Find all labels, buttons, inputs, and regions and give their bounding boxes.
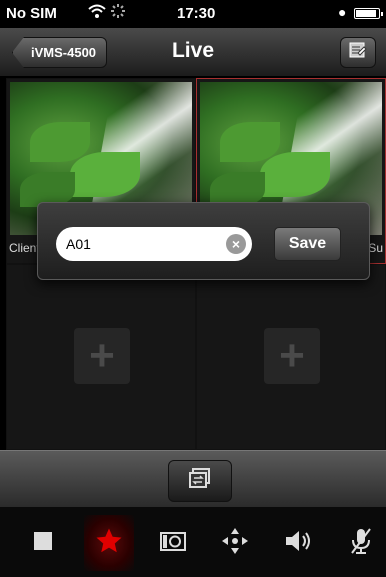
status-bar: No SIM 17:30 ●	[0, 0, 386, 28]
clock-time: 17:30	[177, 5, 216, 22]
add-camera-button[interactable]: +	[264, 328, 320, 384]
video-cell-3[interactable]: +	[6, 264, 196, 450]
bottom-toolbar	[0, 507, 386, 577]
audio-icon	[284, 529, 314, 558]
carrier-label: No SIM	[6, 5, 57, 22]
capture-icon	[160, 530, 186, 557]
talk-button[interactable]	[336, 515, 386, 571]
plus-icon: +	[89, 331, 115, 380]
talk-mic-icon	[350, 527, 372, 560]
ptz-icon	[221, 527, 249, 560]
plus-icon: +	[279, 331, 305, 380]
audio-button[interactable]	[274, 515, 324, 571]
stop-icon	[32, 530, 54, 557]
export-button[interactable]	[340, 37, 376, 68]
add-camera-button[interactable]: +	[74, 328, 130, 384]
window-switch-button[interactable]	[168, 460, 232, 502]
favorite-button[interactable]	[84, 515, 134, 571]
control-bar	[0, 450, 386, 508]
save-favorite-dialog: A01 × Save	[37, 202, 370, 280]
capture-button[interactable]	[148, 515, 198, 571]
wifi-icon	[87, 3, 107, 24]
favorite-name-field[interactable]: A01 ×	[56, 227, 252, 261]
stop-button[interactable]	[18, 515, 68, 571]
video-cell-4[interactable]: +	[196, 264, 386, 450]
favorite-name-value: A01	[66, 236, 91, 252]
camera-label: Client	[9, 241, 40, 255]
save-button[interactable]: Save	[274, 227, 341, 261]
battery-icon	[354, 8, 383, 19]
favorite-star-icon	[94, 526, 124, 561]
export-icon	[348, 41, 368, 64]
clear-icon[interactable]: ×	[226, 234, 246, 254]
page-title: Live	[171, 39, 215, 62]
spinner-icon	[110, 3, 126, 24]
window-switch-icon	[187, 467, 213, 496]
navigation-bar: iVMS-4500 Live	[0, 28, 386, 77]
ptz-button[interactable]	[210, 515, 260, 571]
orientation-lock-icon: ●	[338, 4, 347, 20]
